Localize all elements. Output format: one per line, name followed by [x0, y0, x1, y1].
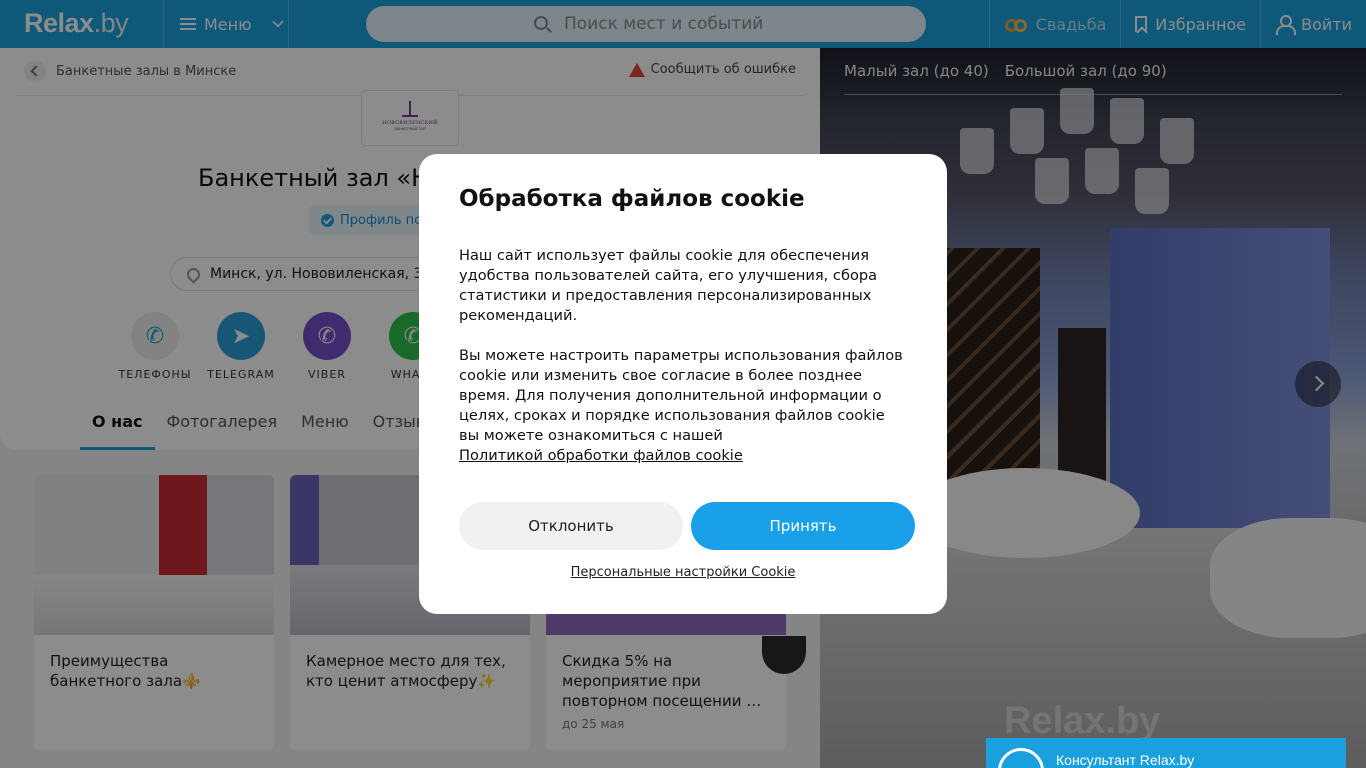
cookie-modal-title: Обработка файлов cookie — [459, 186, 805, 212]
chat-widget[interactable]: Консультант Relax.by — [986, 738, 1346, 768]
cookie-details-text: Вы можете настроить параметры использова… — [459, 347, 903, 444]
accept-button[interactable]: Принять — [691, 502, 915, 550]
cookie-text-intro: Наш сайт использует файлы cookie для обе… — [459, 247, 878, 324]
chat-title: Консультант Relax.by — [1056, 752, 1195, 768]
cookie-settings-link[interactable]: Персональные настройки Cookie — [419, 565, 947, 580]
cookie-policy-link[interactable]: Политикой обработки файлов cookie — [459, 447, 743, 464]
cookie-text-details: Вы можете настроить параметры использова… — [459, 346, 907, 466]
decline-button[interactable]: Отклонить — [459, 502, 683, 550]
chat-avatar — [998, 748, 1044, 768]
cookie-buttons: Отклонить Принять — [459, 502, 915, 550]
cookie-modal: Обработка файлов cookie Наш сайт использ… — [419, 154, 947, 614]
